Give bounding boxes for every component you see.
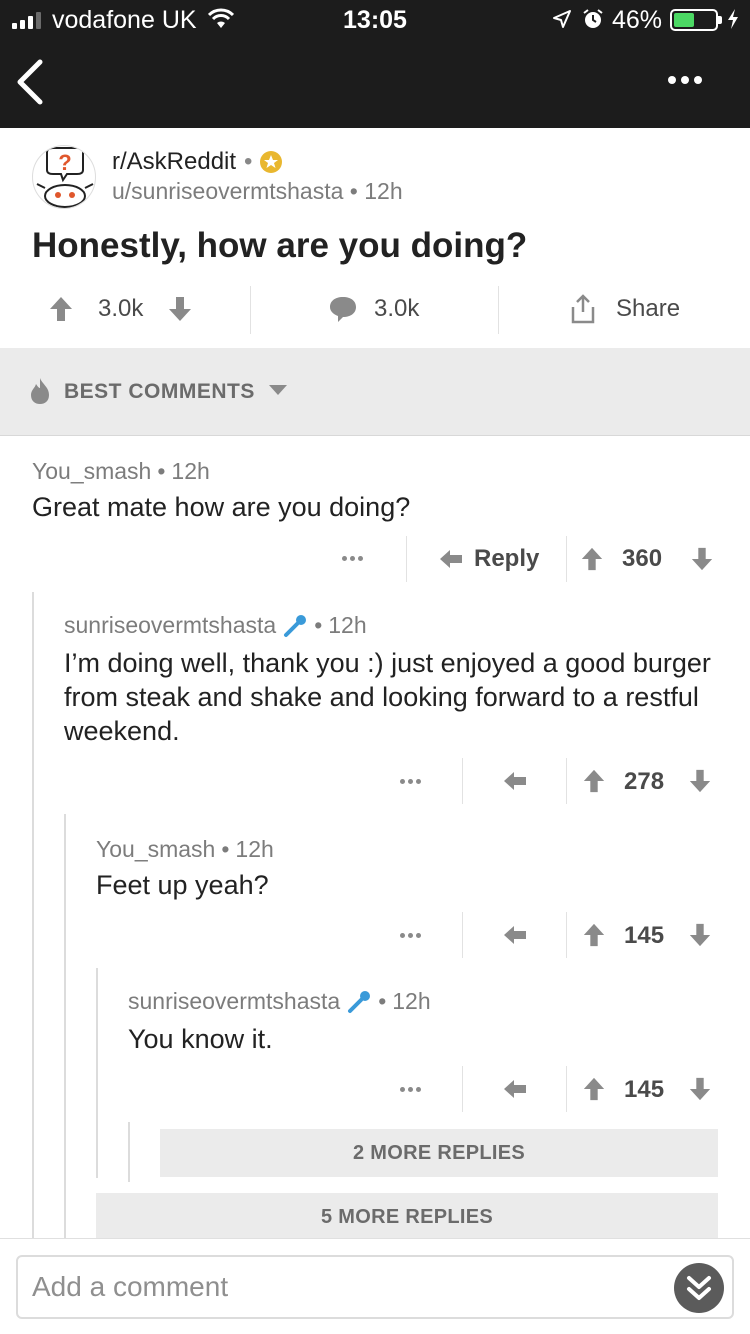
- share-button[interactable]: Share: [570, 282, 680, 336]
- thread-rail[interactable]: [64, 814, 66, 1238]
- comment-body: Feet up yeah?: [96, 870, 269, 900]
- upvote-icon[interactable]: [582, 922, 606, 948]
- comment-meta: sunriseovermtshasta • 12h: [64, 612, 367, 639]
- sort-dropdown-icon: [269, 385, 287, 395]
- comment-body: You know it.: [128, 1024, 273, 1054]
- double-chevron-down-icon: [687, 1276, 711, 1300]
- downvote-icon[interactable]: [688, 1076, 712, 1102]
- comment-score: 145: [624, 922, 665, 949]
- comment-more-icon[interactable]: [400, 1087, 421, 1092]
- comment-more-icon[interactable]: [400, 933, 421, 938]
- comment-author[interactable]: sunriseovermtshasta: [128, 988, 340, 1015]
- post-age: 12h: [364, 178, 403, 204]
- thread-rail[interactable]: [128, 1122, 130, 1182]
- upvote-icon[interactable]: [580, 546, 604, 572]
- subreddit-avatar[interactable]: ?: [32, 145, 96, 209]
- top-bar: vodafone UK 13:05 46%: [0, 0, 750, 128]
- more-options-icon[interactable]: [668, 76, 702, 84]
- post-vote: 3.0k: [48, 282, 193, 336]
- gold-award-icon: [260, 151, 283, 173]
- comment-age: 12h: [235, 836, 274, 862]
- downvote-icon[interactable]: [688, 922, 712, 948]
- comment-composer: [0, 1238, 750, 1334]
- upvote-icon[interactable]: [582, 768, 606, 794]
- sort-label: BEST COMMENTS: [64, 380, 255, 403]
- comment-age: 12h: [328, 612, 367, 638]
- more-replies-button[interactable]: 5 MORE REPLIES: [96, 1193, 718, 1241]
- comment-input-box[interactable]: [16, 1255, 734, 1319]
- status-bar: vodafone UK 13:05 46%: [0, 0, 750, 40]
- comment-more-icon[interactable]: [342, 556, 363, 561]
- microphone-icon: [284, 614, 307, 637]
- comment-author[interactable]: You_smash: [96, 836, 215, 863]
- share-label: Share: [616, 295, 681, 322]
- upvote-icon[interactable]: [582, 1076, 606, 1102]
- comment-body: I’m doing well, thank you :) just enjoye…: [64, 648, 711, 746]
- collapse-comments-button[interactable]: [674, 1263, 724, 1313]
- back-chevron-icon[interactable]: [14, 58, 46, 106]
- reply-arrow-icon[interactable]: [502, 770, 528, 792]
- downvote-icon[interactable]: [688, 768, 712, 794]
- post-action-bar: 3.0k 3.0k Share: [0, 282, 750, 336]
- comment-meta: sunriseovermtshasta • 12h: [128, 988, 431, 1015]
- subreddit-name[interactable]: r/AskReddit: [112, 148, 236, 176]
- share-icon: [571, 294, 595, 324]
- reply-arrow-icon: [440, 550, 462, 568]
- comment-score: 145: [624, 1076, 665, 1103]
- flame-icon: [31, 378, 49, 404]
- svg-text:?: ?: [58, 150, 71, 175]
- thread-rail[interactable]: [96, 968, 98, 1178]
- comment-score: 278: [624, 768, 665, 795]
- comment-body: Great mate how are you doing?: [32, 492, 411, 522]
- comment-age: 12h: [392, 988, 431, 1014]
- comment-author[interactable]: You_smash: [32, 458, 151, 485]
- comment-sort-bar[interactable]: BEST COMMENTS: [0, 348, 750, 436]
- comment-meta: You_smash • 12h: [96, 836, 274, 863]
- post-title: Honestly, how are you doing?: [32, 226, 528, 265]
- comment-bubble-icon: [330, 297, 356, 322]
- battery-percent: 46%: [612, 6, 663, 34]
- location-icon: [553, 10, 571, 28]
- comment-age: 12h: [171, 458, 210, 484]
- downvote-icon[interactable]: [690, 546, 714, 572]
- comment-meta: You_smash • 12h: [32, 458, 210, 485]
- microphone-icon: [348, 990, 371, 1013]
- post-author-line: u/sunriseovermtshasta • 12h: [112, 178, 403, 204]
- comment-input[interactable]: [32, 1267, 672, 1307]
- more-replies-button[interactable]: 2 MORE REPLIES: [160, 1129, 718, 1177]
- charging-icon: [728, 9, 738, 29]
- comment-count: 3.0k: [374, 295, 420, 322]
- alarm-icon: [583, 9, 603, 28]
- comment-more-icon[interactable]: [400, 779, 421, 784]
- reply-label: Reply: [474, 545, 540, 572]
- reply-arrow-icon[interactable]: [502, 1078, 528, 1100]
- comment-score: 360: [622, 545, 663, 572]
- comments-button[interactable]: 3.0k: [328, 282, 419, 336]
- post-author[interactable]: u/sunriseovermtshasta: [112, 178, 343, 204]
- upvote-icon[interactable]: [48, 295, 74, 323]
- thread-rail[interactable]: [32, 592, 34, 1238]
- downvote-icon[interactable]: [167, 295, 193, 323]
- reply-arrow-icon[interactable]: [502, 924, 528, 946]
- post-score: 3.0k: [98, 295, 144, 322]
- comment-author[interactable]: sunriseovermtshasta: [64, 612, 276, 639]
- reply-button[interactable]: Reply: [438, 536, 539, 582]
- battery-icon: [670, 9, 722, 31]
- post-subreddit-line: r/AskReddit •: [112, 148, 283, 176]
